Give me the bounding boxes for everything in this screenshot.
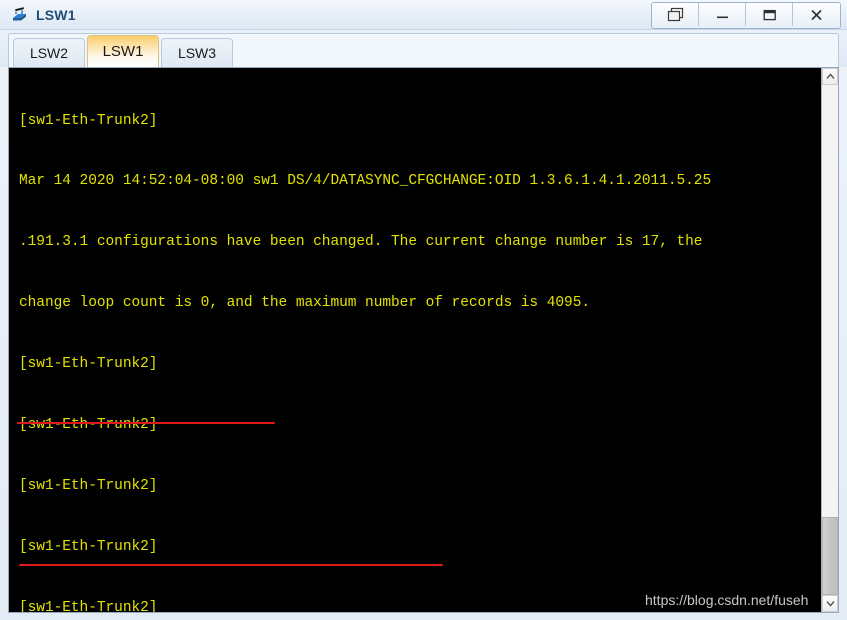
tab-strip: LSW2 LSW1 LSW3 [0, 30, 847, 67]
window-title: LSW1 [36, 7, 76, 23]
scrollbar-track[interactable] [822, 85, 838, 595]
terminal-line-list: [sw1-Eth-Trunk2] Mar 14 2020 14:52:04-08… [19, 70, 711, 612]
tab-lsw3-label: LSW3 [177, 45, 217, 61]
tab-lsw3[interactable]: LSW3 [161, 38, 233, 67]
terminal-line: [sw1-Eth-Trunk2] [19, 538, 158, 555]
scroll-up-arrow-icon[interactable] [822, 68, 838, 85]
tab-lsw2-label: LSW2 [29, 45, 69, 61]
scroll-down-arrow-icon[interactable] [822, 595, 838, 612]
window-controls [651, 2, 841, 29]
maximize-button[interactable] [746, 3, 793, 26]
terminal-line: Mar 14 2020 14:52:04-08:00 sw1 DS/4/DATA… [19, 173, 712, 190]
tab-lsw1-label: LSW1 [102, 43, 144, 60]
annotation-underline-ip-address [19, 564, 443, 566]
cascade-windows-button[interactable] [652, 3, 699, 26]
close-button[interactable] [793, 3, 840, 26]
terminal-frame: [sw1-Eth-Trunk2] Mar 14 2020 14:52:04-08… [8, 67, 839, 613]
terminal-line: [sw1-Eth-Trunk2] [19, 417, 158, 434]
tab-lsw2[interactable]: LSW2 [13, 38, 85, 67]
tab-lsw1[interactable]: LSW1 [87, 35, 159, 67]
tab-list: LSW2 LSW1 LSW3 [8, 33, 839, 67]
scrollbar-thumb[interactable] [822, 517, 838, 595]
minimize-button[interactable] [699, 3, 746, 26]
terminal-scrollbar[interactable] [821, 68, 838, 612]
terminal-output[interactable]: [sw1-Eth-Trunk2] Mar 14 2020 14:52:04-08… [9, 68, 822, 612]
switch-icon [10, 5, 30, 25]
watermark-text: https://blog.csdn.net/fuseh [645, 592, 809, 608]
annotation-underline-vlanif [17, 422, 275, 424]
terminal-line: [sw1-Eth-Trunk2] [19, 356, 158, 373]
emulator-window: LSW1 LSW2 LSW1 LSW3 [sw1-Eth-Trunk2] Mar… [0, 0, 847, 620]
terminal-line: change loop count is 0, and the maximum … [19, 295, 590, 312]
terminal-line: [sw1-Eth-Trunk2] [19, 599, 158, 612]
title-bar-left: LSW1 [10, 3, 76, 27]
terminal-line: [sw1-Eth-Trunk2] [19, 477, 158, 494]
terminal-line: [sw1-Eth-Trunk2] [19, 112, 158, 129]
title-bar: LSW1 [0, 0, 847, 30]
terminal-line: .191.3.1 configurations have been change… [19, 234, 703, 251]
